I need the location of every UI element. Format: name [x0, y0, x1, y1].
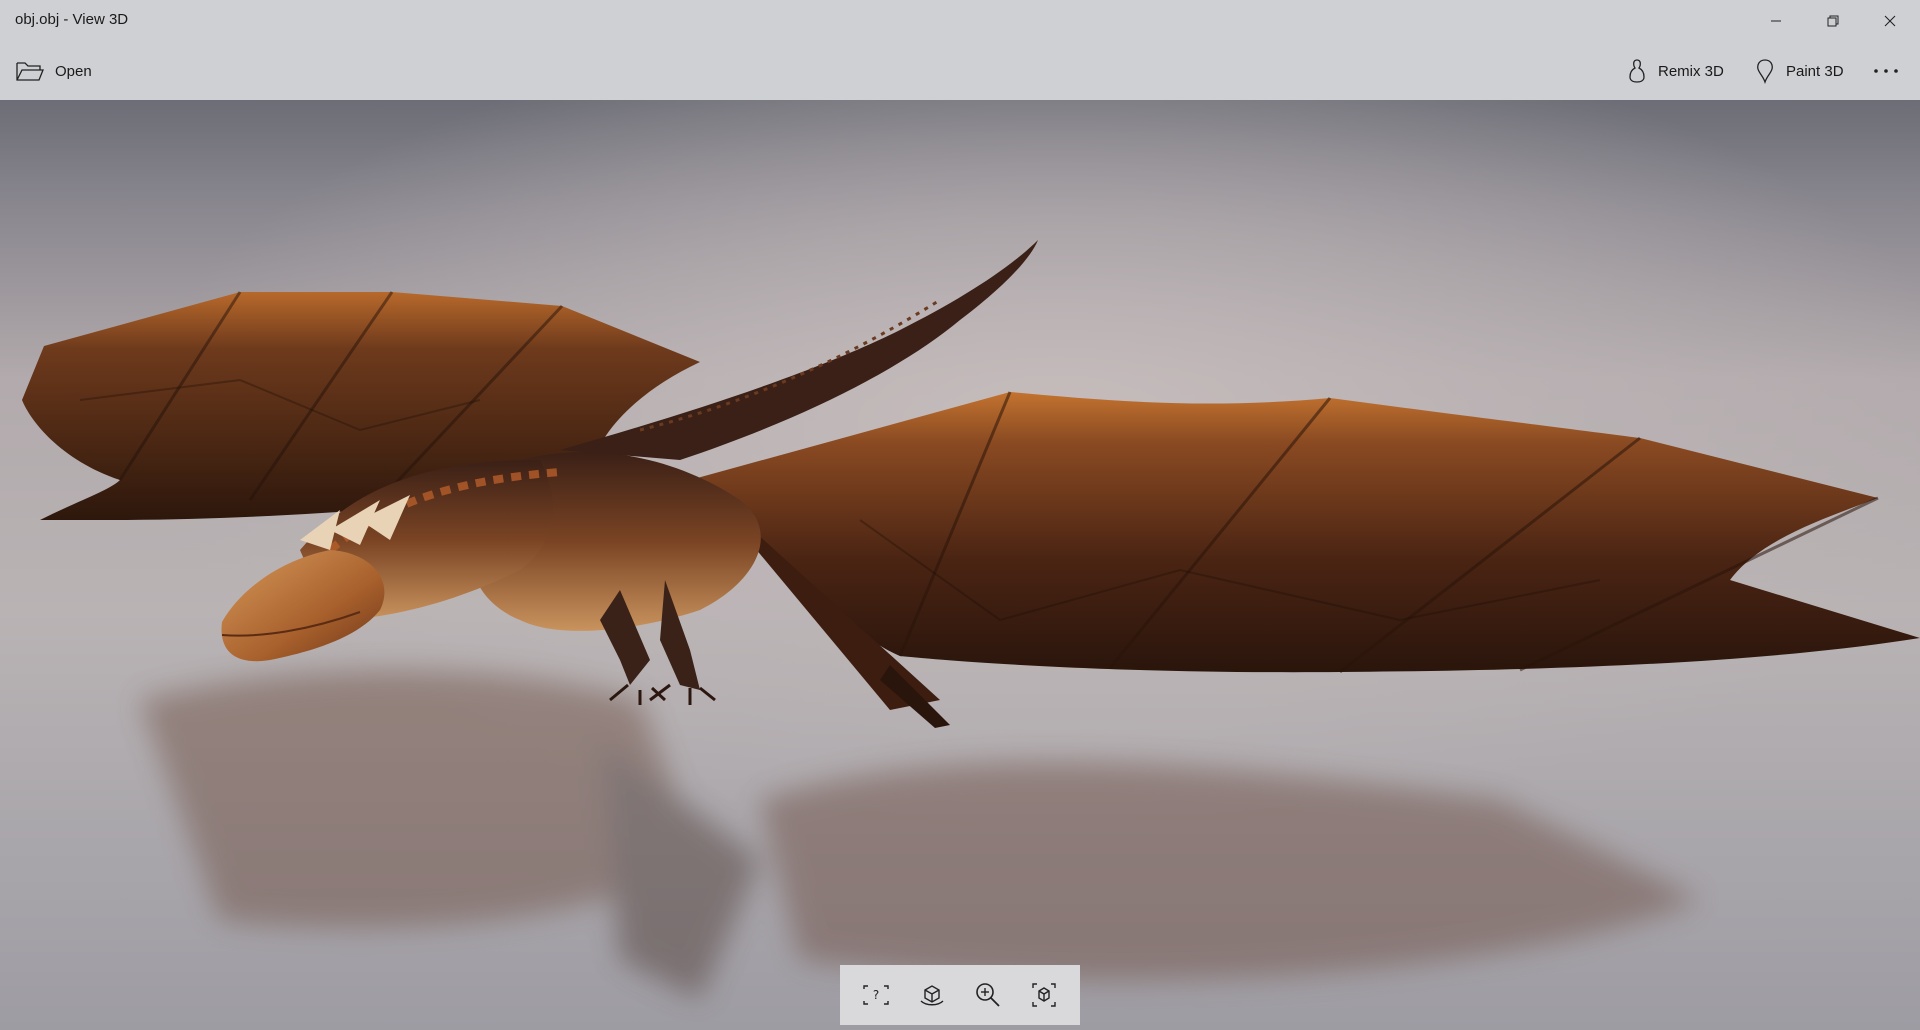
reset-view-button[interactable] [1021, 972, 1067, 1018]
zoom-button[interactable] [965, 972, 1011, 1018]
folder-open-icon [15, 59, 45, 83]
reset-view-icon [1032, 983, 1056, 1007]
window-title: obj.obj - View 3D [15, 11, 129, 28]
view-3d-window: obj.obj - View 3D Open Remix 3D Paint 3D… [0, 0, 1920, 1030]
remix-3d-label: Remix 3D [1658, 62, 1724, 80]
more-options-button[interactable] [1862, 52, 1910, 90]
right-wing [690, 391, 1920, 728]
paint-3d-icon [1754, 58, 1776, 84]
environment-button[interactable] [909, 972, 955, 1018]
3d-viewport[interactable] [0, 100, 1920, 1030]
command-bar: Open Remix 3D Paint 3D [0, 42, 1920, 101]
open-label: Open [55, 62, 92, 80]
view-toolbar: ? [840, 965, 1080, 1025]
remix-3d-icon [1626, 58, 1648, 84]
svg-text:?: ? [873, 988, 879, 1002]
more-icon [1874, 69, 1898, 73]
restore-button[interactable] [1805, 0, 1861, 42]
close-icon [1884, 15, 1896, 27]
open-button[interactable]: Open [9, 52, 98, 90]
dragon-head [221, 550, 385, 662]
paint-3d-button[interactable]: Paint 3D [1748, 52, 1850, 90]
title-bar: obj.obj - View 3D [0, 0, 1920, 42]
minimize-button[interactable] [1748, 0, 1804, 42]
zoom-icon [976, 983, 1000, 1007]
minimize-icon [1771, 20, 1781, 22]
restore-icon [1827, 15, 1839, 27]
dragon-model [22, 240, 1920, 1000]
environment-icon [920, 985, 944, 1006]
help-frame-icon: ? [863, 985, 889, 1005]
close-button[interactable] [1862, 0, 1918, 42]
paint-3d-label: Paint 3D [1786, 62, 1844, 80]
remix-3d-button[interactable]: Remix 3D [1620, 52, 1730, 90]
help-frame-button[interactable]: ? [853, 972, 899, 1018]
